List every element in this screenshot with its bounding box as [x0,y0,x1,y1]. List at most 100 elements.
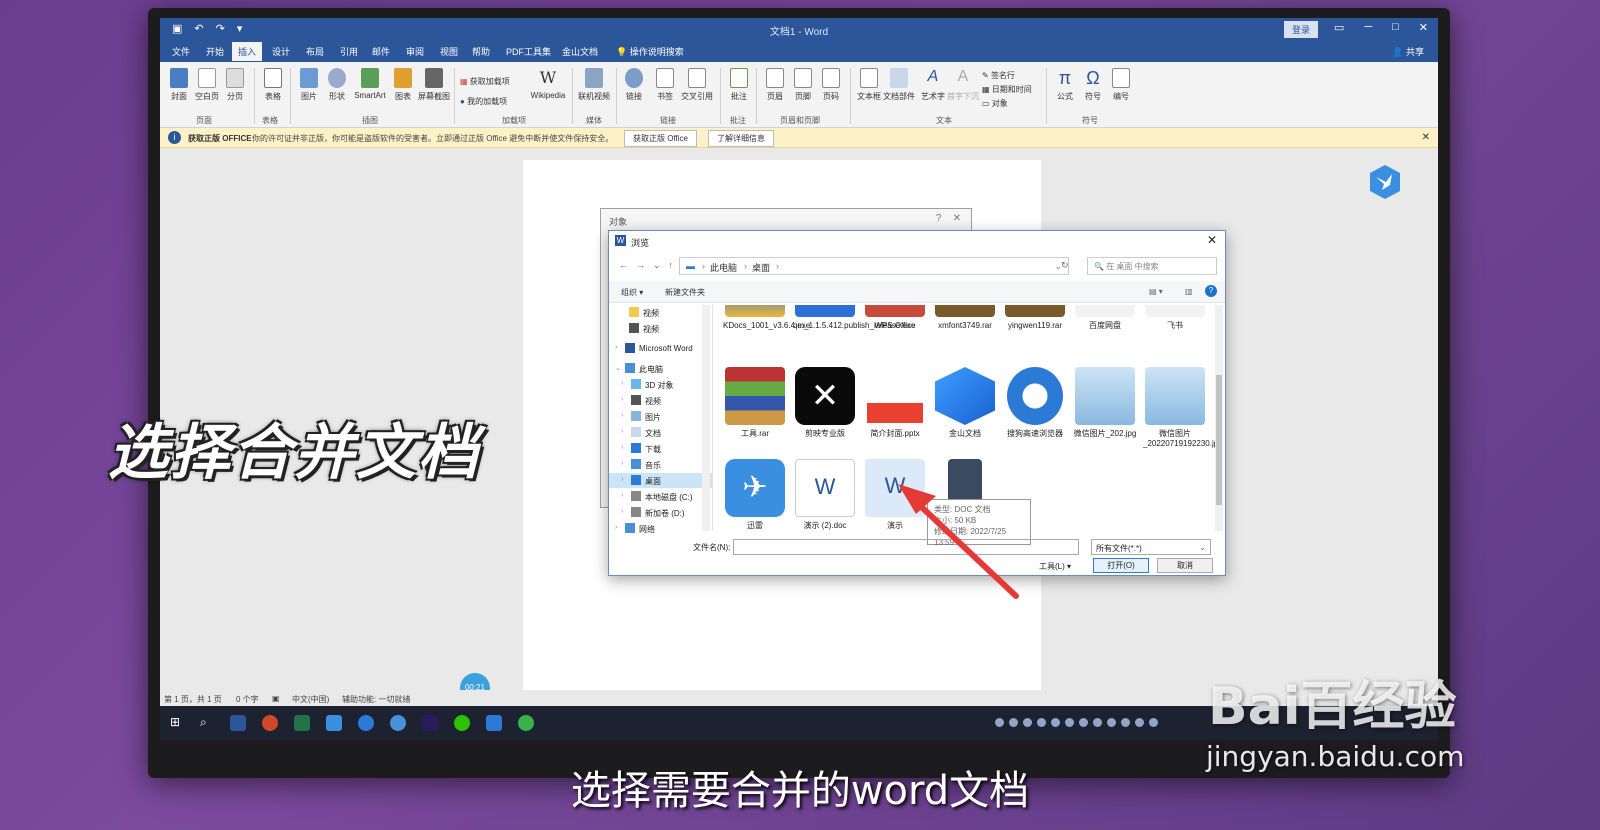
cross-reference-button[interactable]: 交叉引用 [678,68,716,102]
sogou-taskbar-icon[interactable] [390,715,406,731]
chart-button[interactable]: 图表 [388,68,418,102]
close-icon[interactable]: ✕ [1419,21,1428,34]
maximize-icon[interactable]: □ [1392,21,1399,34]
organize-button[interactable]: 组织 ▾ [621,287,643,298]
tab-references[interactable]: 引用 [340,45,358,58]
language[interactable]: 中文(中国) [292,694,329,705]
tree-item-pictures[interactable]: › 图片 [609,409,712,424]
text-box-button[interactable]: 文本框 [854,68,884,102]
header-button[interactable]: 页眉 [760,68,790,102]
cover-page-button[interactable]: 封面 [164,68,194,102]
footer-button[interactable]: 页脚 [788,68,818,102]
tree-item-new-volume-d[interactable]: › 新加卷 (D:) [609,505,712,520]
tell-me-search[interactable]: 💡 操作说明搜索 [616,45,684,58]
close-icon[interactable]: ✕ [1422,132,1430,143]
powerpoint-taskbar-icon[interactable] [262,715,278,731]
tray-icon[interactable] [1121,718,1130,727]
tab-kdocs[interactable]: 金山文档 [562,45,598,58]
wikipedia-button[interactable]: W Wikipedia [528,68,568,100]
tab-view[interactable]: 视图 [440,45,458,58]
recent-icon[interactable]: ⌄ [653,260,669,270]
equation-button[interactable]: π 公式 [1050,68,1080,102]
tree-item-video[interactable]: 视频 [609,321,712,336]
tree-item-local-disk-c[interactable]: › 本地磁盘 (C:) [609,489,712,504]
tree-item-3d-objects[interactable]: › 3D 对象 [609,377,712,392]
blank-page-button[interactable]: 空白页 [192,68,222,102]
page-number-button[interactable]: 页码 [816,68,846,102]
tray-icon[interactable] [1149,718,1158,727]
file-item[interactable]: 飞书 [1143,305,1207,331]
help-icon[interactable]: ? [936,213,942,224]
tab-layout[interactable]: 布局 [306,45,324,58]
tray-icon[interactable] [1107,718,1116,727]
accessibility-status[interactable]: 辅助功能: 一切就绪 [342,694,410,705]
proofing-icon[interactable]: ▣ [272,694,280,703]
tree-item-videos[interactable]: › 视频 [609,393,712,408]
tray-icon[interactable] [1065,718,1074,727]
screenshot-button[interactable]: 屏幕截图 [416,68,452,102]
view-options-icon[interactable]: ▤ ▾ [1149,287,1163,296]
tab-help[interactable]: 帮助 [472,45,490,58]
tray-icon[interactable] [1135,718,1144,727]
preview-pane-icon[interactable]: ▥ [1185,287,1193,296]
tab-mailings[interactable]: 邮件 [372,45,390,58]
shapes-button[interactable]: 形状 [322,68,352,102]
file-item[interactable]: 微信图片_202.jpg [1073,367,1137,439]
edge-taskbar-icon[interactable] [358,715,374,731]
excel-taskbar-icon[interactable] [294,715,310,731]
file-item[interactable]: KDocs_1001_v3.6.4.exe [723,305,810,331]
tree-scrollbar[interactable] [702,305,710,531]
word-count[interactable]: 0 个字 [236,694,259,705]
tray-icon[interactable] [1079,718,1088,727]
file-scrollbar[interactable] [1215,305,1223,531]
number-button[interactable]: 编号 [1106,68,1136,102]
help-icon[interactable]: ? [1205,285,1217,297]
symbol-button[interactable]: Ω 符号 [1078,68,1108,102]
file-item[interactable]: xmfont3749.rar [933,305,997,331]
tree-item-this-pc[interactable]: ⌄ 此电脑 [609,361,712,376]
windows-start-icon[interactable]: ⊞ [170,715,186,731]
file-item[interactable]: 简介封面.pptx [863,367,927,439]
scrollbar-thumb[interactable] [1216,375,1222,505]
bookmark-button[interactable]: 书签 [650,68,680,102]
app-taskbar-icon[interactable] [486,715,502,731]
new-folder-button[interactable]: 新建文件夹 [665,287,705,298]
address-bar[interactable]: ▬ › 此电脑 › 桌面 › ⌄ [679,257,1069,275]
refresh-icon[interactable]: ↻ [1061,260,1069,271]
tab-file[interactable]: 文件 [172,45,190,58]
tree-item-microsoft-word[interactable]: › Microsoft Word [609,341,712,356]
back-icon[interactable]: ← [619,260,636,270]
page-count[interactable]: 第 1 页，共 1 页 [164,694,222,705]
file-item[interactable]: 搜狗高速浏览器 [1003,367,1067,439]
pictures-button[interactable]: 图片 [294,68,324,102]
forward-icon[interactable]: → [636,260,653,270]
link-button[interactable]: 链接 [622,68,646,102]
tab-home[interactable]: 开始 [206,45,224,58]
xunlei-taskbar-icon[interactable] [326,715,342,731]
get-genuine-button[interactable]: 获取正版 Office [624,130,697,147]
xunlei-bird-icon[interactable] [1366,163,1404,201]
filetype-select[interactable]: 所有文件(*.*) ⌄ [1091,539,1211,555]
tray-icon[interactable] [1037,718,1046,727]
tray-icon[interactable] [1051,718,1060,727]
tree-item-downloads[interactable]: › 下载 [609,441,712,456]
tray-icon[interactable] [1093,718,1102,727]
tree-item-video[interactable]: 视频 [609,305,712,320]
tray-icon[interactable] [1023,718,1032,727]
page-break-button[interactable]: 分页 [220,68,250,102]
tree-item-network[interactable]: › 网络 [609,521,712,536]
smartart-button[interactable]: SmartArt [352,68,388,100]
breadcrumb-desktop[interactable]: 桌面 [752,261,770,274]
get-addins-button[interactable]: ▦ 获取加载项 [460,76,510,87]
object-button[interactable]: ▭ 对象 [982,98,1008,109]
cancel-button[interactable]: 取消 [1157,558,1213,573]
tree-item-desktop[interactable]: › 桌面 [609,473,712,488]
table-button[interactable]: 表格 [258,68,288,102]
file-item-selected[interactable]: W 演示 [863,459,927,531]
file-item[interactable]: ✈ 迅雷 [723,459,787,531]
search-icon[interactable]: ⌕ [200,715,216,731]
file-item[interactable]: WPS Office [863,305,927,331]
ribbon-display-icon[interactable]: ▭ [1334,21,1344,34]
open-button[interactable]: 打开(O) [1093,558,1149,573]
tools-dropdown[interactable]: 工具(L) ▾ [1039,561,1071,572]
